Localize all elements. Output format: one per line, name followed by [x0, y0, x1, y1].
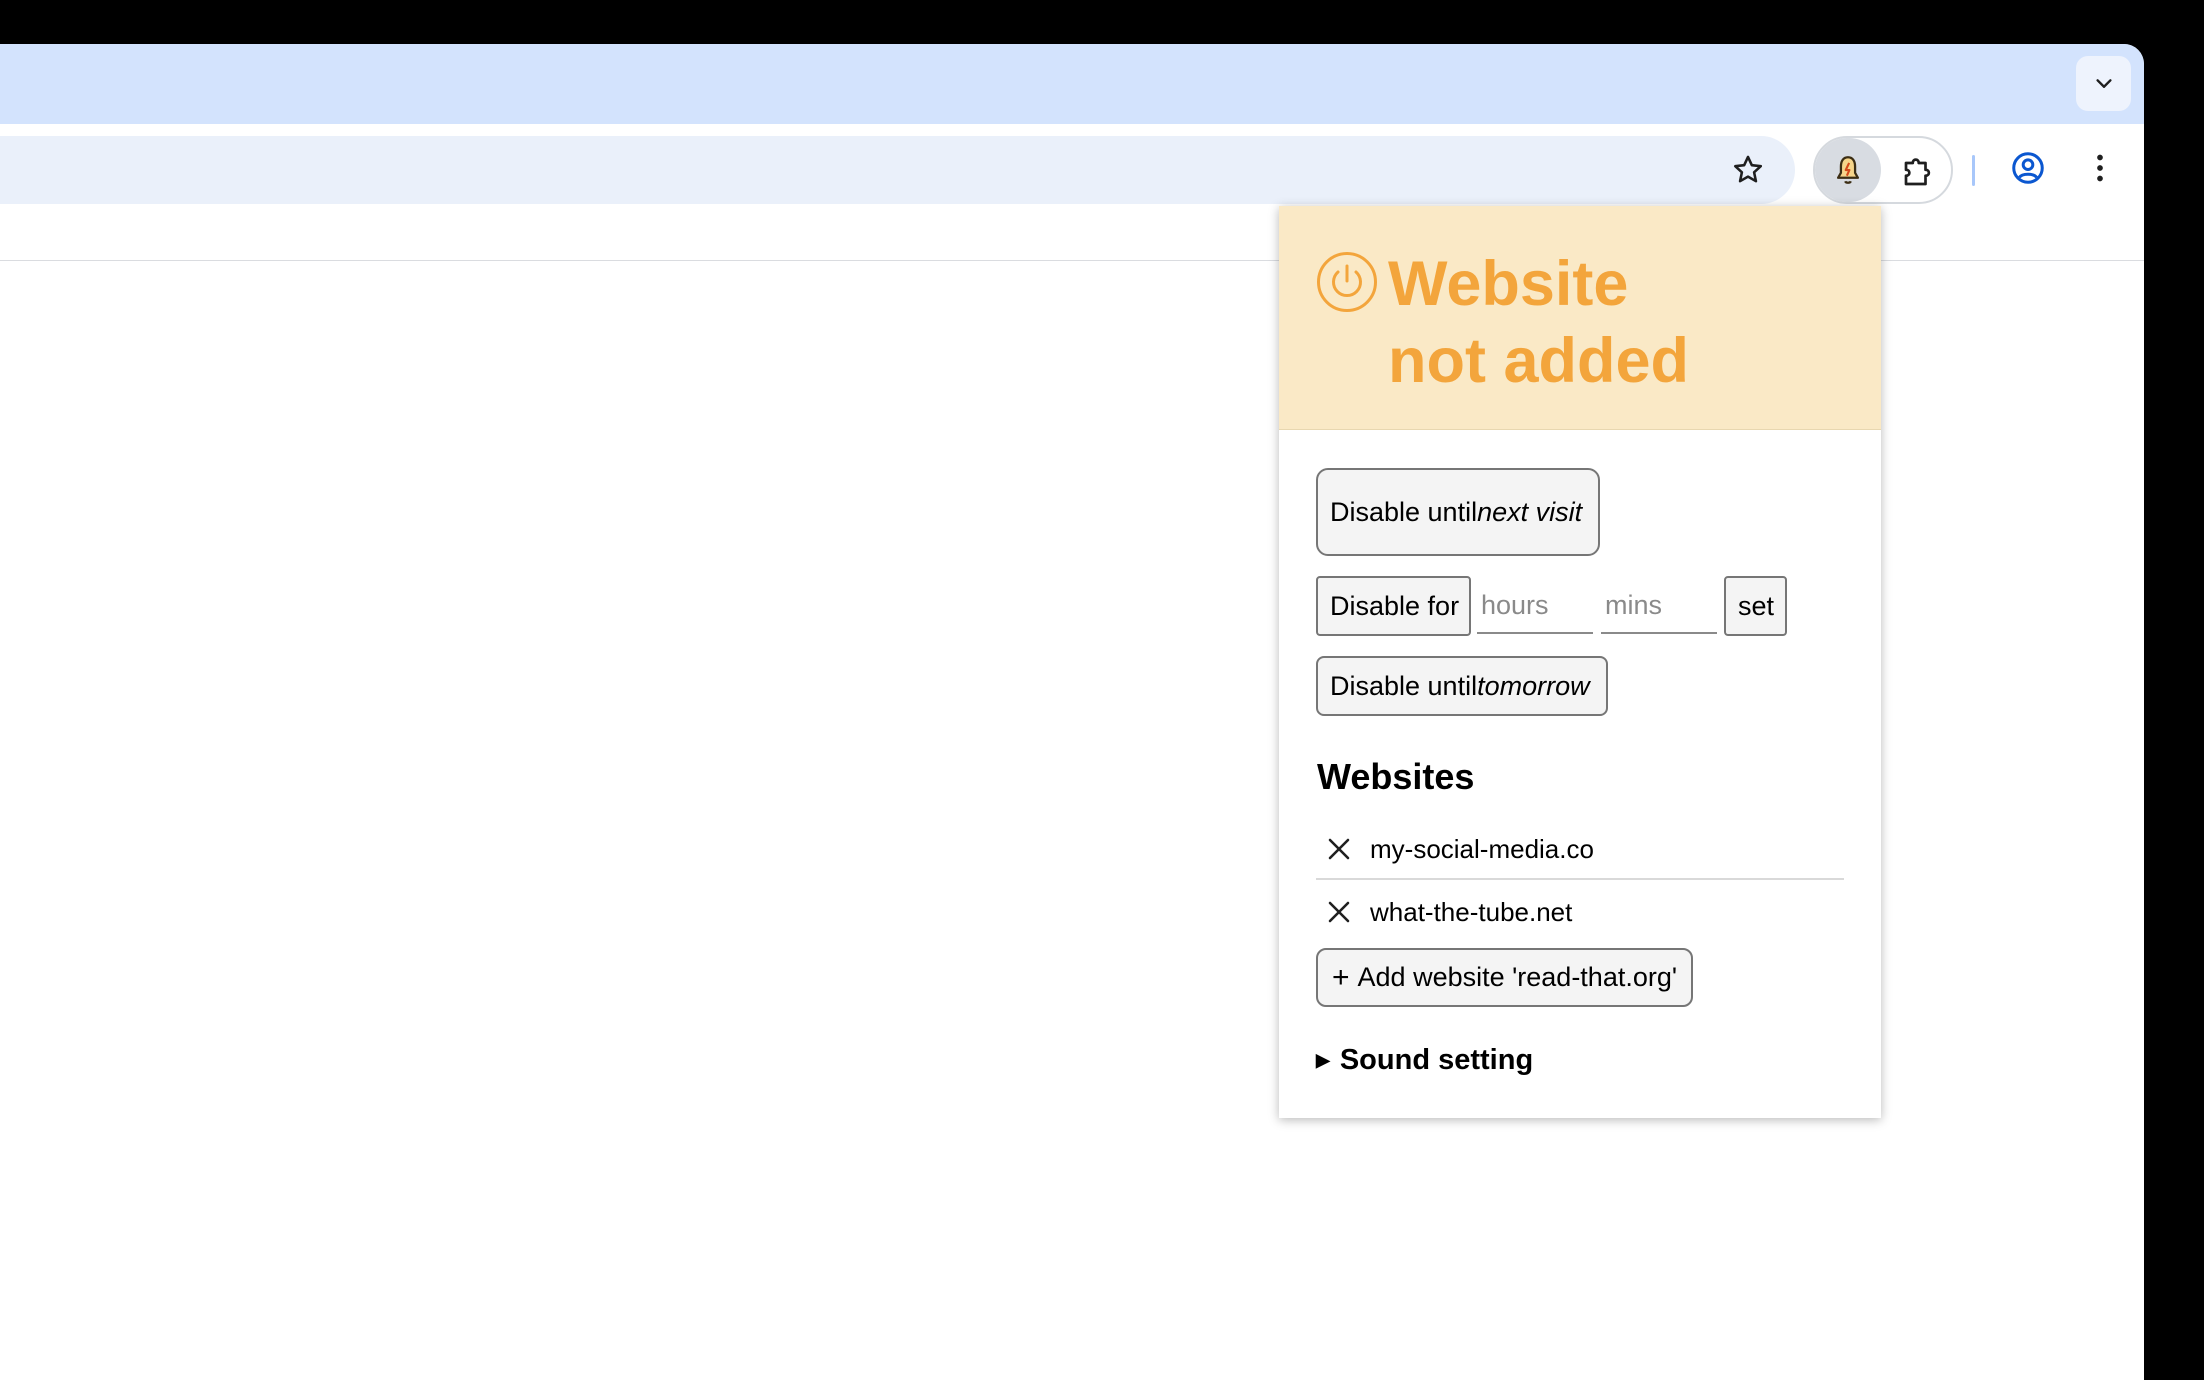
plus-icon: + — [1332, 960, 1350, 994]
status-line-1: Website — [1388, 249, 1629, 319]
tomorrow-emphasis: tomorrow — [1477, 670, 1590, 701]
disclosure-triangle-icon: ▶ — [1316, 1050, 1330, 1070]
add-website-label: Add website 'read-that.org' — [1357, 962, 1678, 992]
close-icon[interactable] — [1324, 897, 1354, 927]
extensions-button[interactable] — [1892, 146, 1944, 198]
profile-button[interactable] — [2002, 142, 2054, 194]
bell-icon — [1836, 156, 1860, 184]
add-website-button[interactable]: + Add website 'read-that.org' — [1316, 948, 1693, 1007]
more-vert-icon — [2097, 154, 2103, 182]
tab-strip — [0, 44, 2144, 124]
websites-heading: Websites — [1317, 756, 1475, 797]
website-name: what-the-tube.net — [1370, 896, 1573, 927]
tomorrow-prefix: Disable until — [1330, 670, 1478, 701]
set-duration-button[interactable]: set — [1724, 576, 1787, 636]
next-visit-prefix: Disable until — [1330, 496, 1478, 527]
sound-setting-toggle[interactable]: ▶ Sound setting — [1316, 1044, 1533, 1077]
tab-search-button[interactable] — [2076, 56, 2131, 111]
puzzle-icon — [1904, 158, 1931, 186]
website-name: my-social-media.co — [1370, 833, 1594, 864]
mins-input[interactable] — [1601, 578, 1717, 634]
sound-setting-label: Sound setting — [1339, 1044, 1534, 1076]
toolbar-divider — [1972, 155, 1975, 186]
disable-until-next-visit-button[interactable]: Disable until next visit — [1316, 468, 1600, 556]
profile-icon — [2012, 152, 2044, 184]
website-list-item: my-social-media.co — [1316, 820, 1844, 880]
status-banner: Website not added — [1279, 206, 1881, 430]
star-icon — [1733, 155, 1763, 183]
address-bar[interactable] — [0, 136, 1795, 204]
bookmark-button[interactable] — [1722, 144, 1774, 196]
chevron-down-icon — [2095, 78, 2112, 88]
website-list-item: what-the-tube.net — [1316, 882, 1844, 942]
next-visit-emphasis: next visit — [1477, 496, 1583, 527]
disable-for-button[interactable]: Disable for — [1316, 576, 1471, 636]
status-title: Website not added — [1388, 246, 1858, 400]
extension-popup: Website not added Disable until next vis… — [1279, 206, 1881, 1118]
disable-until-tomorrow-button[interactable]: Disable until tomorrow — [1316, 656, 1608, 716]
chrome-menu-button[interactable] — [2074, 142, 2126, 194]
close-icon[interactable] — [1324, 834, 1354, 864]
extension-bell-button[interactable] — [1815, 138, 1881, 202]
power-icon — [1317, 252, 1377, 312]
status-line-2: not added — [1388, 326, 1689, 396]
hours-input[interactable] — [1477, 578, 1593, 634]
